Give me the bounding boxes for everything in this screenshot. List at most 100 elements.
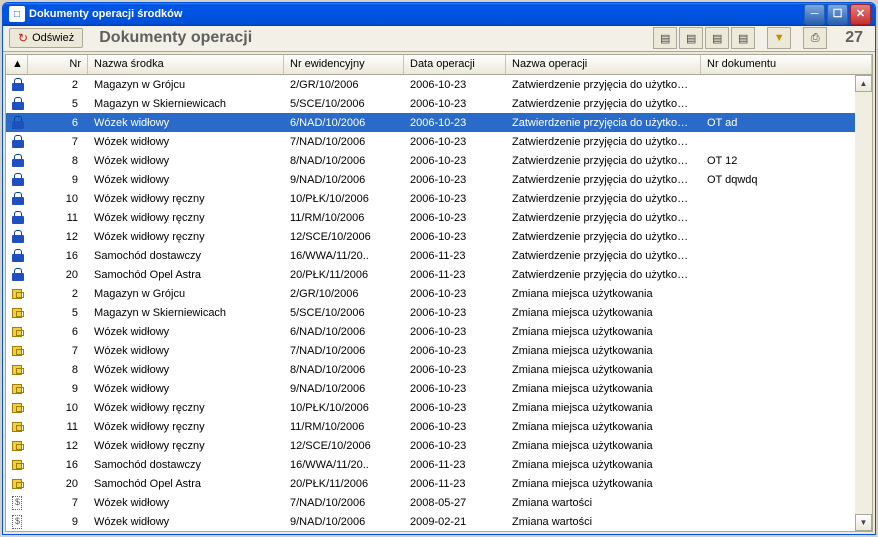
refresh-label: Odśwież xyxy=(32,32,74,44)
cell-op: Zatwierdzenie przyjęcia do użytkowa.. xyxy=(506,191,701,207)
table-row[interactable]: 7Wózek widłowy7/NAD/10/20062008-05-27Zmi… xyxy=(6,493,872,512)
grid-body: 2Magazyn w Grójcu2/GR/10/20062006-10-23Z… xyxy=(6,75,872,531)
cell-nr: 9 xyxy=(28,381,88,397)
minimize-button[interactable]: ─ xyxy=(804,4,825,25)
col-date[interactable]: Data operacji xyxy=(404,55,506,74)
table-row[interactable]: 20Samochód Opel Astra20/PŁK/11/20062006-… xyxy=(6,474,872,493)
cell-op: Zmiana wartości xyxy=(506,514,701,530)
col-nr[interactable]: Nr xyxy=(28,55,88,74)
scroll-up-button[interactable]: ▲ xyxy=(855,75,872,92)
table-row[interactable]: 12Wózek widłowy ręczny12/SCE/10/20062006… xyxy=(6,227,872,246)
cell-ev: 7/NAD/10/2006 xyxy=(284,343,404,359)
cell-name: Wózek widłowy ręczny xyxy=(88,400,284,416)
col-op[interactable]: Nazwa operacji xyxy=(506,55,701,74)
cell-name: Wózek widłowy xyxy=(88,153,284,169)
cell-name: Wózek widłowy xyxy=(88,495,284,511)
cell-date: 2006-10-23 xyxy=(404,191,506,207)
cell-doc xyxy=(701,482,872,486)
cell-date: 2008-05-27 xyxy=(404,495,506,511)
cell-ev: 8/NAD/10/2006 xyxy=(284,362,404,378)
cell-name: Wózek widłowy xyxy=(88,343,284,359)
scroll-down-button[interactable]: ▼ xyxy=(855,514,872,531)
vertical-scrollbar[interactable]: ▲ ▼ xyxy=(855,75,872,531)
print-button[interactable]: ⎙ xyxy=(803,27,827,49)
move-icon xyxy=(6,477,28,491)
cell-name: Samochód Opel Astra xyxy=(88,476,284,492)
cell-date: 2006-10-23 xyxy=(404,96,506,112)
table-row[interactable]: 12Wózek widłowy ręczny12/SCE/10/20062006… xyxy=(6,436,872,455)
maximize-button[interactable]: ☐ xyxy=(827,4,848,25)
col-name[interactable]: Nazwa środka xyxy=(88,55,284,74)
cell-date: 2006-10-23 xyxy=(404,210,506,226)
tool-button-2[interactable]: ▤ xyxy=(679,27,703,49)
cell-name: Wózek widłowy xyxy=(88,134,284,150)
filter-button[interactable]: ▼ xyxy=(767,27,791,49)
table-row[interactable]: 8Wózek widłowy8/NAD/10/20062006-10-23Zmi… xyxy=(6,360,872,379)
tool-button-1[interactable]: ▤ xyxy=(653,27,677,49)
table-row[interactable]: 10Wózek widłowy ręczny10/PŁK/10/20062006… xyxy=(6,189,872,208)
table-row[interactable]: 20Samochód Opel Astra20/PŁK/11/20062006-… xyxy=(6,265,872,284)
move-icon xyxy=(6,287,28,301)
table-row[interactable]: 6Wózek widłowy6/NAD/10/20062006-10-23Zmi… xyxy=(6,322,872,341)
cell-nr: 8 xyxy=(28,153,88,169)
table-row[interactable]: 10Wózek widłowy ręczny10/PŁK/10/20062006… xyxy=(6,398,872,417)
cell-name: Wózek widłowy ręczny xyxy=(88,438,284,454)
cell-name: Magazyn w Grójcu xyxy=(88,286,284,302)
cell-nr: 11 xyxy=(28,210,88,226)
table-row[interactable]: 16Samochód dostawczy16/WWA/11/20..2006-1… xyxy=(6,455,872,474)
section-title: Dokumenty operacji xyxy=(99,29,647,47)
table-row[interactable]: 9Wózek widłowy9/NAD/10/20062006-10-23Zmi… xyxy=(6,379,872,398)
cell-ev: 12/SCE/10/2006 xyxy=(284,438,404,454)
col-ev[interactable]: Nr ewidencyjny xyxy=(284,55,404,74)
cell-date: 2006-10-23 xyxy=(404,400,506,416)
titlebar[interactable]: Dokumenty operacji środków ─ ☐ ✕ xyxy=(3,3,875,26)
cell-nr: 7 xyxy=(28,343,88,359)
table-row[interactable]: 7Wózek widłowy7/NAD/10/20062006-10-23Zmi… xyxy=(6,341,872,360)
grid-header: ▲ Nr Nazwa środka Nr ewidencyjny Data op… xyxy=(6,55,872,75)
close-button[interactable]: ✕ xyxy=(850,4,871,25)
table-row[interactable]: 16Samochód dostawczy16/WWA/11/20..2006-1… xyxy=(6,246,872,265)
lock-icon xyxy=(6,209,28,227)
table-row[interactable]: 5Magazyn w Skierniewicach5/SCE/10/200620… xyxy=(6,303,872,322)
cell-nr: 12 xyxy=(28,438,88,454)
table-row[interactable]: 2Magazyn w Grójcu2/GR/10/20062006-10-23Z… xyxy=(6,284,872,303)
table-row[interactable]: 9Wózek widłowy9/NAD/10/20062009-02-21Zmi… xyxy=(6,512,872,531)
table-row[interactable]: 11Wózek widłowy ręczny11/RM/10/20062006-… xyxy=(6,208,872,227)
cell-doc xyxy=(701,444,872,448)
table-row[interactable]: 8Wózek widłowy8/NAD/10/20062006-10-23Zat… xyxy=(6,151,872,170)
lock-icon xyxy=(6,95,28,113)
cell-nr: 10 xyxy=(28,191,88,207)
table-row[interactable]: 2Magazyn w Grójcu2/GR/10/20062006-10-23Z… xyxy=(6,75,872,94)
cell-date: 2006-10-23 xyxy=(404,229,506,245)
table-row[interactable]: 9Wózek widłowy9/NAD/10/20062006-10-23Zat… xyxy=(6,170,872,189)
cell-name: Wózek widłowy ręczny xyxy=(88,419,284,435)
cell-date: 2006-10-23 xyxy=(404,362,506,378)
cell-date: 2006-11-23 xyxy=(404,476,506,492)
app-window: Dokumenty operacji środków ─ ☐ ✕ ↻ Odświ… xyxy=(2,2,876,535)
cell-doc xyxy=(701,425,872,429)
table-row[interactable]: 6Wózek widłowy6/NAD/10/20062006-10-23Zat… xyxy=(6,113,872,132)
cell-date: 2006-10-23 xyxy=(404,77,506,93)
cell-doc xyxy=(701,235,872,239)
cell-doc: OT ad xyxy=(701,115,872,131)
col-doc[interactable]: Nr dokumentu xyxy=(701,55,872,74)
refresh-button[interactable]: ↻ Odśwież xyxy=(9,28,83,48)
cell-name: Wózek widłowy xyxy=(88,324,284,340)
table-row[interactable]: 11Wózek widłowy ręczny11/RM/10/20062006-… xyxy=(6,417,872,436)
cell-doc xyxy=(701,501,872,505)
cell-op: Zmiana miejsca użytkowania xyxy=(506,438,701,454)
scroll-track[interactable] xyxy=(855,92,872,514)
tool-button-3[interactable]: ▤ xyxy=(705,27,729,49)
move-icon xyxy=(6,401,28,415)
window-title: Dokumenty operacji środków xyxy=(29,8,804,20)
col-indicator[interactable]: ▲ xyxy=(6,55,28,74)
table-row[interactable]: 5Magazyn w Skierniewicach5/SCE/10/200620… xyxy=(6,94,872,113)
cell-name: Wózek widłowy xyxy=(88,514,284,530)
cell-nr: 11 xyxy=(28,419,88,435)
cell-doc xyxy=(701,349,872,353)
cell-date: 2006-11-23 xyxy=(404,457,506,473)
tool-button-4[interactable]: ▤ xyxy=(731,27,755,49)
cell-date: 2006-10-23 xyxy=(404,172,506,188)
move-icon xyxy=(6,344,28,358)
table-row[interactable]: 7Wózek widłowy7/NAD/10/20062006-10-23Zat… xyxy=(6,132,872,151)
